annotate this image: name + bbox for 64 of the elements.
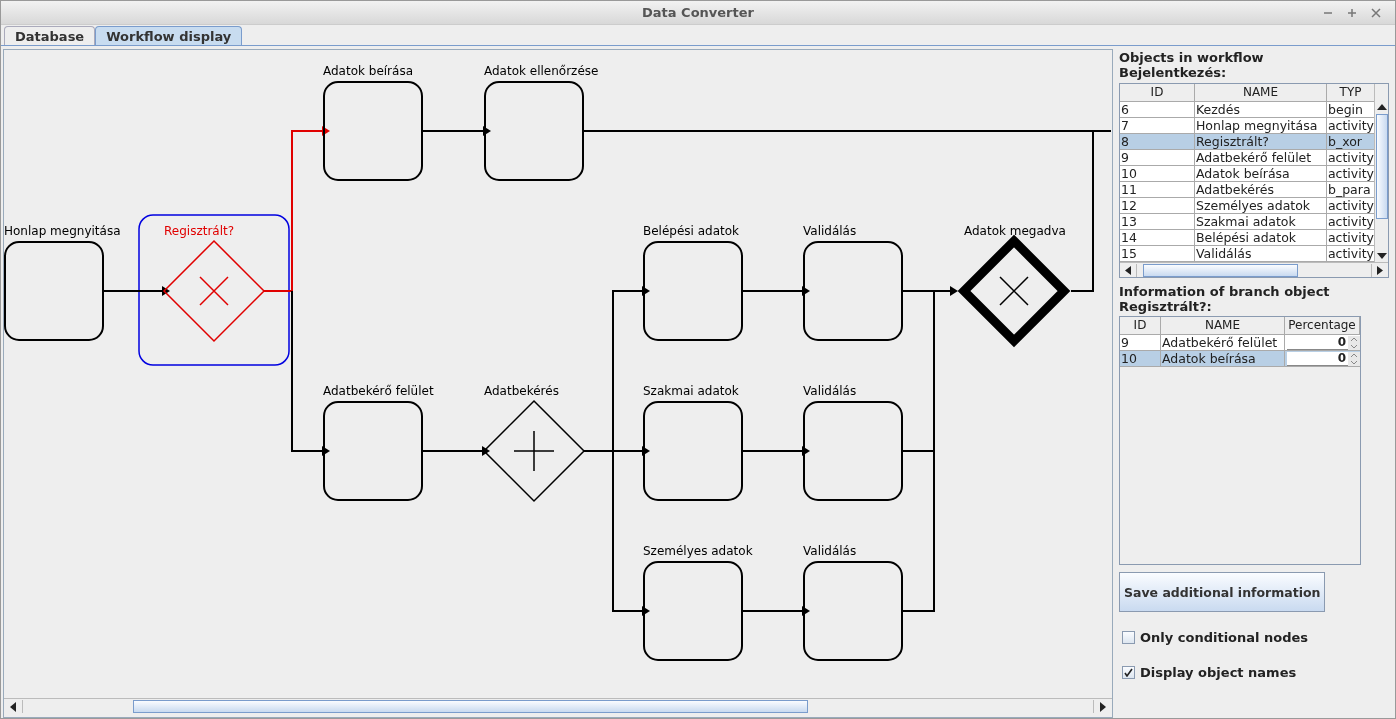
activity-node[interactable] [4, 241, 104, 341]
node-label: Honlap megnyitása [4, 224, 121, 238]
table-cell: Adatok beírása [1161, 351, 1285, 367]
activity-node[interactable] [643, 401, 743, 501]
table-row[interactable]: 12 Személyes adatok activity [1120, 198, 1374, 214]
scrollbar-thumb[interactable] [1143, 263, 1298, 277]
node-label: Adatok ellenőrzése [484, 64, 599, 78]
vertical-scrollbar[interactable] [1374, 84, 1388, 262]
table-row[interactable]: 10 Adatok beírása 0 [1120, 351, 1360, 367]
option-checkbox[interactable]: Display object names [1122, 665, 1389, 680]
activity-node[interactable] [643, 561, 743, 661]
table-row[interactable]: 15 Validálás activity [1120, 246, 1374, 262]
panel-title: Objects in workflow [1119, 50, 1265, 65]
scrollbar-thumb[interactable] [133, 700, 808, 713]
node-label: Validálás [803, 224, 857, 238]
option-checkbox[interactable]: Only conditional nodes [1122, 630, 1389, 645]
maximize-icon[interactable] [1347, 8, 1357, 18]
activity-node[interactable] [803, 561, 903, 661]
scroll-left-icon[interactable] [1125, 265, 1131, 275]
scroll-left-icon[interactable] [9, 701, 17, 712]
table-row[interactable]: 7 Honlap megnyitása activity [1120, 118, 1374, 134]
scroll-right-icon[interactable] [1099, 701, 1107, 712]
checkbox[interactable] [1122, 631, 1135, 644]
table-row[interactable]: 13 Szakmai adatok activity [1120, 214, 1374, 230]
scrollbar-thumb[interactable] [1375, 114, 1388, 219]
panel-subtitle: Bejelentkezés: [1119, 65, 1228, 80]
tab[interactable]: Workflow display [95, 26, 243, 45]
activity-node[interactable] [323, 81, 423, 181]
node-label: Adatok beírása [323, 64, 413, 78]
close-icon[interactable] [1371, 8, 1381, 18]
node-label: Adatbekérés [484, 384, 559, 398]
node-label: Belépési adatok [643, 224, 740, 238]
table-row[interactable]: 9 Adatbekérő felület 0 [1120, 335, 1360, 351]
table-cell: 10 [1120, 351, 1161, 367]
table-row[interactable]: 6 Kezdés begin [1120, 102, 1374, 118]
node-label: Regisztrált? [164, 224, 235, 238]
table-row[interactable]: 10 Adatok beírása activity [1120, 166, 1374, 182]
horizontal-scrollbar[interactable] [1120, 262, 1388, 277]
save-button[interactable]: Save additional information [1119, 572, 1326, 612]
panel-title: Information of branch object [1119, 284, 1331, 299]
scroll-right-icon[interactable] [1377, 265, 1383, 275]
node-label: Adatok megadva [964, 224, 1066, 238]
activity-node[interactable] [803, 401, 903, 501]
parallel-gateway[interactable] [482, 399, 586, 503]
node-label: Személyes adatok [643, 544, 753, 558]
checkbox[interactable] [1122, 666, 1135, 679]
node-label: Validálás [803, 384, 857, 398]
panel-subtitle: Regisztrált?: [1119, 299, 1213, 314]
activity-node[interactable] [643, 241, 743, 341]
table-row[interactable]: 11 Adatbekérés b_para [1120, 182, 1374, 198]
activity-node[interactable] [323, 401, 423, 501]
table-row[interactable]: 9 Adatbekérő felület activity [1120, 150, 1374, 166]
horizontal-scrollbar[interactable] [4, 698, 1112, 714]
tab[interactable]: Database [4, 26, 96, 45]
node-label: Szakmai adatok [643, 384, 739, 398]
window-title: Data Converter [642, 5, 754, 20]
scroll-down-icon[interactable] [1376, 253, 1387, 259]
table-row[interactable]: 8 Regisztrált? b_xor [1120, 134, 1374, 150]
node-label: Adatbekérő felület [323, 384, 434, 398]
activity-node[interactable] [803, 241, 903, 341]
activity-node[interactable] [484, 81, 584, 181]
scroll-up-icon[interactable] [1376, 104, 1387, 110]
node-label: Validálás [803, 544, 857, 558]
table-row[interactable]: 14 Belépési adatok activity [1120, 230, 1374, 246]
